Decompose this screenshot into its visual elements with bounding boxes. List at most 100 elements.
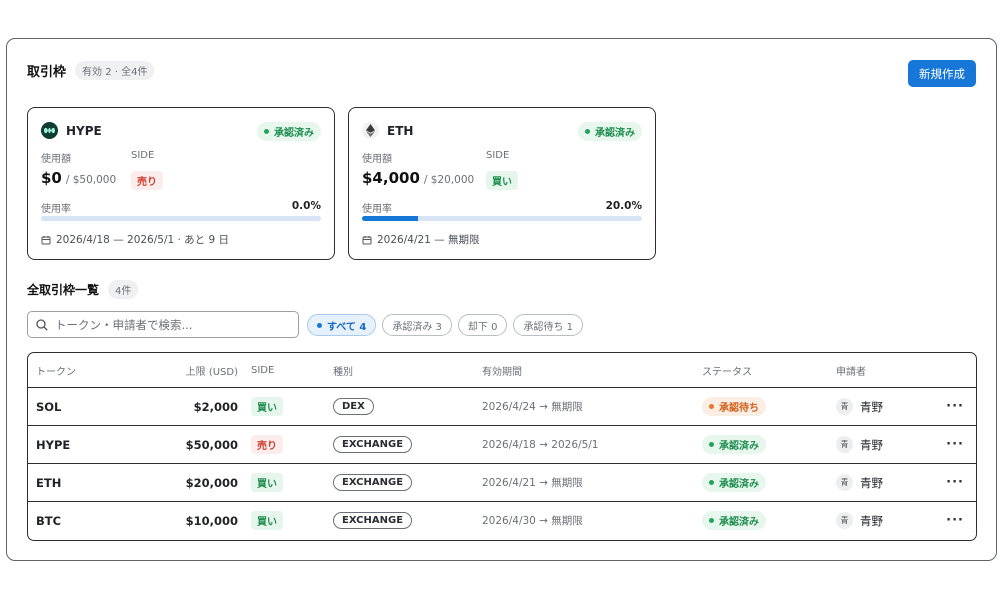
table-row[interactable]: HYPE $50,000 売り EXCHANGE 2026/4/18 → 202… bbox=[28, 425, 976, 463]
table-row[interactable]: ETH $20,000 買い EXCHANGE 2026/4/21 → 無期限 … bbox=[28, 463, 976, 501]
col-limit: 上限 (USD) bbox=[185, 366, 238, 378]
status-badge: 承認済み bbox=[702, 511, 766, 530]
more-actions-icon[interactable]: ··· bbox=[946, 464, 964, 501]
list-title: 全取引枠一覧 bbox=[27, 283, 100, 297]
side-badge: 売り bbox=[251, 435, 283, 454]
rate-value: 0.0% bbox=[291, 200, 321, 212]
usage-amount: $4,000 / $20,000 bbox=[362, 169, 474, 187]
filter-label: すべて 4 bbox=[327, 321, 367, 333]
row-status: 承認済み bbox=[702, 502, 766, 539]
side-label: SIDE bbox=[486, 150, 510, 161]
validity-period: 2026/4/18 — 2026/5/1 · あと 9 日 bbox=[41, 232, 229, 247]
trading-limits-panel: 取引枠 有効 2 · 全4件 新規作成 HYPE 承認済み 使用額 SIDE $… bbox=[6, 38, 997, 561]
card-token: HYPE bbox=[41, 122, 102, 139]
col-status: ステータス bbox=[702, 366, 752, 378]
card-token-name: ETH bbox=[387, 123, 414, 138]
status-dot-icon bbox=[264, 129, 269, 134]
status-badge: 承認済み bbox=[257, 122, 321, 141]
table-header: トークン 上限 (USD) SIDE 種別 有効期間 ステータス 申請者 bbox=[28, 353, 976, 387]
status-dot-icon bbox=[709, 518, 714, 523]
status-filters: すべて 4 承認済み 3 却下 0 承認待ち 1 bbox=[307, 314, 583, 336]
usage-progress-fill bbox=[362, 216, 418, 221]
side-badge: 売り bbox=[131, 171, 163, 190]
search-box[interactable] bbox=[27, 311, 299, 338]
side-badge: 買い bbox=[251, 511, 283, 530]
status-text: 承認済み bbox=[595, 128, 635, 139]
row-limit: $10,000 bbox=[185, 513, 238, 528]
row-applicant: 青青野 bbox=[836, 464, 883, 501]
more-actions-icon[interactable]: ··· bbox=[946, 426, 964, 463]
rate-value: 20.0% bbox=[605, 200, 642, 212]
status-badge: 承認済み bbox=[578, 122, 642, 141]
row-period: 2026/4/24 → 無期限 bbox=[482, 401, 583, 413]
type-badge: EXCHANGE bbox=[333, 474, 413, 491]
card-token-name: HYPE bbox=[66, 123, 102, 138]
row-type: DEX bbox=[333, 388, 374, 425]
applicant-name: 青野 bbox=[860, 399, 883, 414]
new-limit-button[interactable]: 新規作成 bbox=[908, 60, 976, 87]
row-side: 買い bbox=[251, 464, 283, 501]
validity-period: 2026/4/21 — 無期限 bbox=[362, 232, 480, 247]
status-text: 承認待ち bbox=[719, 403, 759, 414]
avatar: 青 bbox=[836, 474, 853, 491]
page-title: 取引枠 bbox=[27, 65, 67, 80]
search-input[interactable] bbox=[55, 317, 275, 332]
row-side: 買い bbox=[251, 388, 283, 425]
side-badge: 買い bbox=[251, 397, 283, 416]
limit-card-eth[interactable]: ETH 承認済み 使用額 SIDE $4,000 / $20,000 買い 使用… bbox=[348, 107, 656, 260]
row-status: 承認待ち bbox=[702, 388, 766, 425]
col-user: 申請者 bbox=[836, 366, 866, 378]
row-limit: $20,000 bbox=[185, 475, 238, 490]
rate-label: 使用率 bbox=[41, 204, 71, 215]
avatar: 青 bbox=[836, 398, 853, 415]
row-limit: $50,000 bbox=[185, 437, 238, 452]
more-actions-icon[interactable]: ··· bbox=[946, 502, 964, 539]
type-badge: DEX bbox=[333, 398, 374, 415]
row-applicant: 青青野 bbox=[836, 388, 883, 425]
period-text: 2026/4/21 — 無期限 bbox=[377, 234, 480, 246]
usage-amount: $0 / $50,000 bbox=[41, 169, 116, 187]
filter-pending[interactable]: 承認待ち 1 bbox=[513, 314, 583, 336]
list-header: 全取引枠一覧 4件 bbox=[27, 280, 139, 299]
table-row[interactable]: BTC $10,000 買い EXCHANGE 2026/4/30 → 無期限 … bbox=[28, 501, 976, 539]
usage-progress-bar bbox=[41, 216, 321, 221]
status-text: 承認済み bbox=[719, 479, 759, 490]
row-status: 承認済み bbox=[702, 464, 766, 501]
usage-label: 使用額 bbox=[362, 154, 392, 165]
status-dot-icon bbox=[585, 129, 590, 134]
row-applicant: 青青野 bbox=[836, 502, 883, 539]
usage-progress-bar bbox=[362, 216, 642, 221]
row-token: ETH bbox=[36, 475, 62, 490]
status-dot-icon bbox=[709, 480, 714, 485]
search-icon bbox=[36, 318, 48, 331]
used-amount: $0 bbox=[41, 169, 62, 187]
row-applicant: 青青野 bbox=[836, 426, 883, 463]
col-side: SIDE bbox=[251, 364, 275, 376]
filter-all[interactable]: すべて 4 bbox=[307, 314, 377, 336]
ethereum-logo-icon bbox=[362, 122, 379, 139]
row-period: 2026/4/18 → 2026/5/1 bbox=[482, 438, 599, 451]
side-badge: 買い bbox=[251, 473, 283, 492]
status-badge: 承認済み bbox=[702, 473, 766, 492]
filter-rejected[interactable]: 却下 0 bbox=[457, 314, 508, 336]
row-status: 承認済み bbox=[702, 426, 766, 463]
row-period: 2026/4/30 → 無期限 bbox=[482, 515, 583, 527]
filter-approved[interactable]: 承認済み 3 bbox=[382, 314, 452, 336]
limit-card-hype[interactable]: HYPE 承認済み 使用額 SIDE $0 / $50,000 売り 使用率 0… bbox=[27, 107, 335, 260]
active-dot-icon bbox=[317, 322, 322, 328]
table-row[interactable]: SOL $2,000 買い DEX 2026/4/24 → 無期限 承認待ち 青… bbox=[28, 387, 976, 425]
status-text: 承認済み bbox=[719, 441, 759, 452]
status-badge: 承認済み bbox=[702, 435, 766, 454]
calendar-icon bbox=[362, 235, 372, 244]
row-type: EXCHANGE bbox=[333, 426, 413, 463]
header: 取引枠 有効 2 · 全4件 bbox=[27, 61, 155, 80]
row-side: 買い bbox=[251, 502, 283, 539]
applicant-name: 青野 bbox=[860, 475, 883, 490]
row-token: HYPE bbox=[36, 437, 71, 452]
list-count-badge: 4件 bbox=[108, 280, 139, 299]
col-period: 有効期間 bbox=[482, 366, 522, 378]
card-token: ETH bbox=[362, 122, 413, 139]
more-actions-icon[interactable]: ··· bbox=[946, 388, 964, 425]
row-side: 売り bbox=[251, 426, 283, 463]
status-dot-icon bbox=[709, 404, 714, 409]
